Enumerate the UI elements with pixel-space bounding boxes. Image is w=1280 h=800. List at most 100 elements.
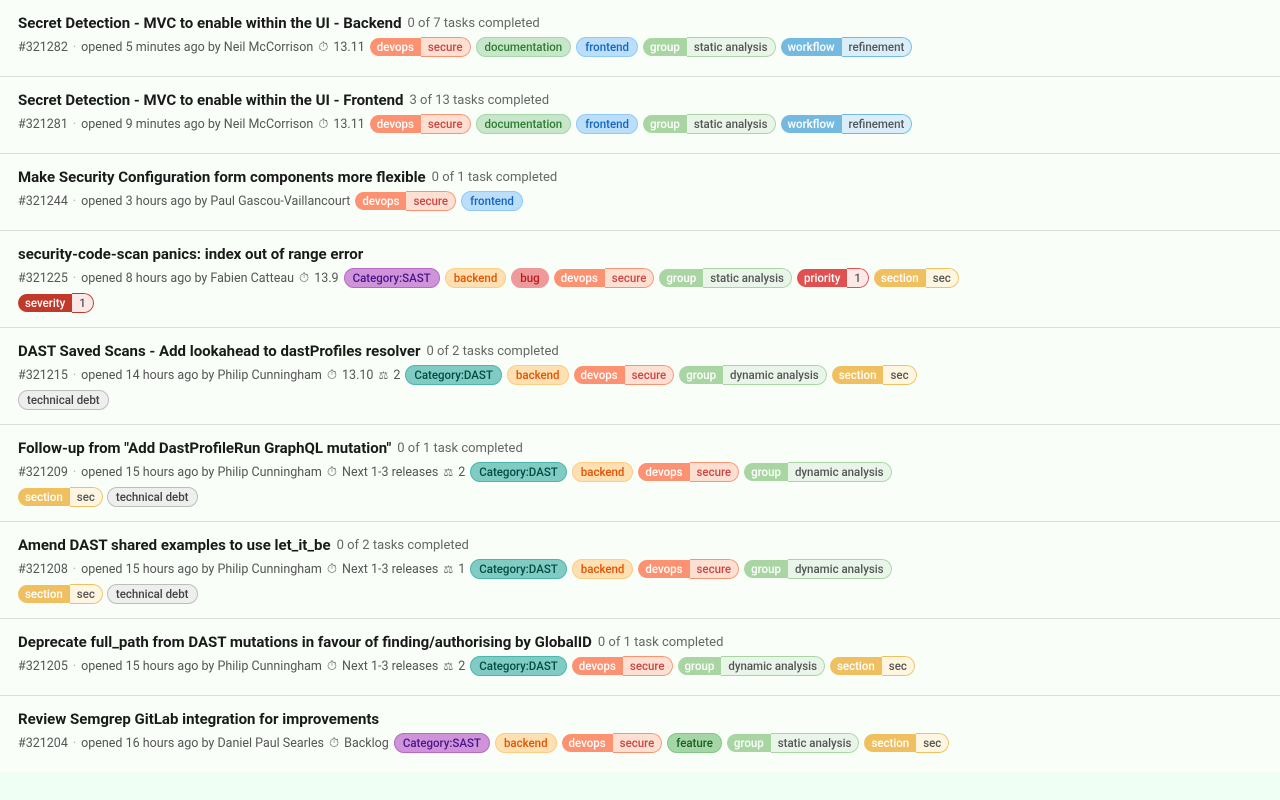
tag-group-static[interactable]: groupstatic analysis xyxy=(659,268,792,288)
dot-separator: · xyxy=(73,194,76,209)
tag-workflow-refinement[interactable]: workflowrefinement xyxy=(781,37,913,57)
issue-title-row: Secret Detection - MVC to enable within … xyxy=(18,91,1262,109)
tag-category-sast[interactable]: Category:SAST xyxy=(394,733,490,753)
weight-icon xyxy=(443,562,453,577)
tag-workflow-refinement[interactable]: workflowrefinement xyxy=(781,114,913,134)
weight-icon xyxy=(443,465,453,480)
tag-documentation[interactable]: documentation xyxy=(476,114,572,134)
tag-group-static[interactable]: groupstatic analysis xyxy=(643,37,776,57)
dot-separator: · xyxy=(73,465,76,480)
milestone-value: Next 1-3 releases xyxy=(342,562,438,577)
issue-number[interactable]: #321205 xyxy=(18,659,68,674)
issue-item: security-code-scan panics: index out of … xyxy=(0,231,1280,328)
issue-title[interactable]: DAST Saved Scans - Add lookahead to dast… xyxy=(18,342,420,360)
tag-documentation[interactable]: documentation xyxy=(476,37,572,57)
tag-backend[interactable]: backend xyxy=(495,733,557,753)
issue-opened-by: opened 15 hours ago by Philip Cunningham xyxy=(81,465,322,480)
tag-devops-secure[interactable]: devopssecure xyxy=(574,365,675,385)
tag-bug[interactable]: bug xyxy=(511,268,548,288)
tag-priority[interactable]: priority1 xyxy=(797,268,869,288)
tag-devops-secure[interactable]: devopssecure xyxy=(370,114,471,134)
milestone-icon xyxy=(299,271,309,286)
tag-technical-debt[interactable]: technical debt xyxy=(107,584,198,604)
tag-section-sec[interactable]: sectionsec xyxy=(18,584,103,604)
tag-section-sec[interactable]: sectionsec xyxy=(18,487,103,507)
tag-section-sec[interactable]: sectionsec xyxy=(832,365,917,385)
tag-devops-secure[interactable]: devopssecure xyxy=(562,733,663,753)
tag-devops-secure[interactable]: devopssecure xyxy=(355,191,456,211)
tag-technical-debt[interactable]: technical debt xyxy=(107,487,198,507)
tag-category-dast[interactable]: Category:DAST xyxy=(470,559,567,579)
issue-item: Follow-up from "Add DastProfileRun Graph… xyxy=(0,425,1280,522)
issue-number[interactable]: #321281 xyxy=(18,117,68,132)
issue-number[interactable]: #321215 xyxy=(18,368,68,383)
issue-title[interactable]: Secret Detection - MVC to enable within … xyxy=(18,91,404,109)
tag-category-dast[interactable]: Category:DAST xyxy=(470,462,567,482)
issue-opened-by: opened 3 hours ago by Paul Gascou-Vailla… xyxy=(81,194,350,209)
issue-extra-tags-row: technical debt xyxy=(18,390,1262,410)
issue-title[interactable]: Deprecate full_path from DAST mutations … xyxy=(18,633,592,651)
task-count: 0 of 7 tasks completed xyxy=(408,16,540,31)
tag-devops-secure[interactable]: devopssecure xyxy=(554,268,655,288)
tag-backend[interactable]: backend xyxy=(507,365,569,385)
dot-separator: · xyxy=(73,368,76,383)
issue-title-row: DAST Saved Scans - Add lookahead to dast… xyxy=(18,342,1262,360)
tag-feature[interactable]: feature xyxy=(667,733,722,753)
tag-group-static[interactable]: groupstatic analysis xyxy=(727,733,860,753)
weight-value: 2 xyxy=(458,465,465,480)
issue-title-row: Review Semgrep GitLab integration for im… xyxy=(18,710,1262,728)
milestone-icon xyxy=(327,368,337,383)
tag-backend[interactable]: backend xyxy=(572,559,634,579)
tag-severity[interactable]: severity1 xyxy=(18,293,94,313)
dot-separator: · xyxy=(73,40,76,55)
issue-number[interactable]: #321208 xyxy=(18,562,68,577)
issue-item: DAST Saved Scans - Add lookahead to dast… xyxy=(0,328,1280,425)
task-count: 0 of 1 task completed xyxy=(432,170,558,185)
issue-title[interactable]: Review Semgrep GitLab integration for im… xyxy=(18,710,379,728)
tag-section-sec[interactable]: sectionsec xyxy=(864,733,949,753)
task-count: 0 of 1 task completed xyxy=(397,441,523,456)
tag-section-sec[interactable]: sectionsec xyxy=(830,656,915,676)
issue-title-row: Make Security Configuration form compone… xyxy=(18,168,1262,186)
issue-number[interactable]: #321282 xyxy=(18,40,68,55)
tag-group-static[interactable]: groupstatic analysis xyxy=(643,114,776,134)
tag-backend[interactable]: backend xyxy=(445,268,507,288)
issue-title[interactable]: Secret Detection - MVC to enable within … xyxy=(18,14,402,32)
milestone-icon xyxy=(327,465,337,480)
tag-devops-secure[interactable]: devopssecure xyxy=(572,656,673,676)
issue-title[interactable]: security-code-scan panics: index out of … xyxy=(18,245,363,263)
tag-category-dast[interactable]: Category:DAST xyxy=(470,656,567,676)
tag-group-dynamic[interactable]: groupdynamic analysis xyxy=(679,365,826,385)
issue-title[interactable]: Amend DAST shared examples to use let_it… xyxy=(18,536,331,554)
issue-number[interactable]: #321204 xyxy=(18,736,68,751)
tag-frontend[interactable]: frontend xyxy=(576,37,638,57)
weight-value: 2 xyxy=(393,368,400,383)
issue-title-row: Deprecate full_path from DAST mutations … xyxy=(18,633,1262,651)
tag-devops-secure[interactable]: devopssecure xyxy=(370,37,471,57)
tag-category-dast[interactable]: Category:DAST xyxy=(405,365,502,385)
issue-number[interactable]: #321209 xyxy=(18,465,68,480)
issue-title[interactable]: Make Security Configuration form compone… xyxy=(18,168,426,186)
tag-backend[interactable]: backend xyxy=(572,462,634,482)
issue-meta-row: #321204 · opened 16 hours ago by Daniel … xyxy=(18,733,1262,753)
tag-devops-secure[interactable]: devopssecure xyxy=(638,559,739,579)
issue-number[interactable]: #321244 xyxy=(18,194,68,209)
issue-title-row: Amend DAST shared examples to use let_it… xyxy=(18,536,1262,554)
tag-technical-debt[interactable]: technical debt xyxy=(18,390,109,410)
tag-frontend[interactable]: frontend xyxy=(461,191,523,211)
issue-number[interactable]: #321225 xyxy=(18,271,68,286)
tag-group-dynamic[interactable]: groupdynamic analysis xyxy=(678,656,825,676)
issue-title[interactable]: Follow-up from "Add DastProfileRun Graph… xyxy=(18,439,391,457)
tag-devops-secure[interactable]: devopssecure xyxy=(638,462,739,482)
tag-group-dynamic[interactable]: groupdynamic analysis xyxy=(744,462,891,482)
tag-section-sec[interactable]: sectionsec xyxy=(874,268,959,288)
tag-frontend[interactable]: frontend xyxy=(576,114,638,134)
issue-list: Secret Detection - MVC to enable within … xyxy=(0,0,1280,772)
tag-category-sast[interactable]: Category:SAST xyxy=(344,268,440,288)
milestone-icon xyxy=(318,117,328,132)
issue-opened-by: opened 8 hours ago by Fabien Catteau xyxy=(81,271,294,286)
tag-group-dynamic[interactable]: groupdynamic analysis xyxy=(744,559,891,579)
issue-meta-row: #321215 · opened 14 hours ago by Philip … xyxy=(18,365,1262,385)
issue-title-row: security-code-scan panics: index out of … xyxy=(18,245,1262,263)
issue-extra-tags-row: sectionsec technical debt xyxy=(18,487,1262,507)
